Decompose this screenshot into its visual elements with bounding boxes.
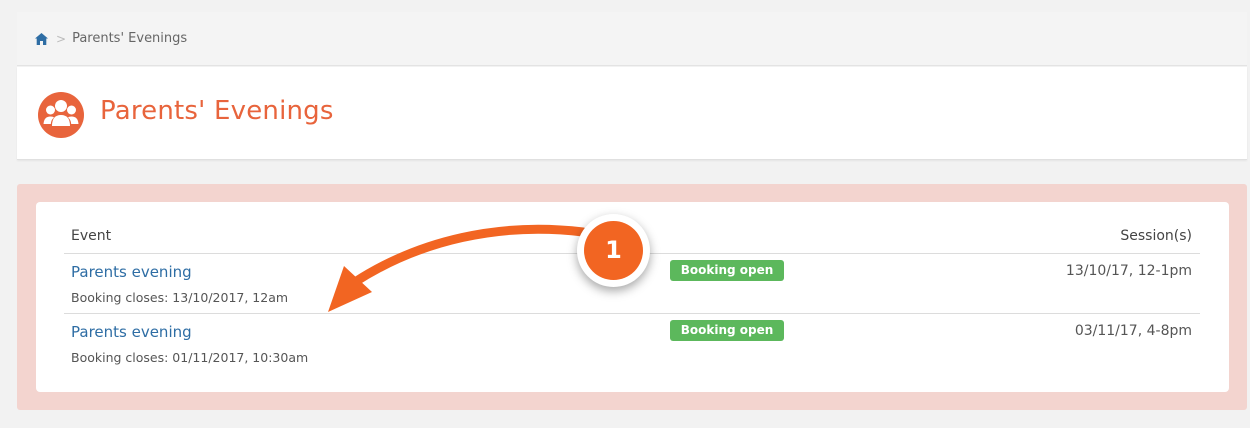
step-number: 1	[584, 221, 643, 280]
step-marker: 1	[577, 214, 650, 287]
curved-arrow-icon	[328, 224, 588, 312]
